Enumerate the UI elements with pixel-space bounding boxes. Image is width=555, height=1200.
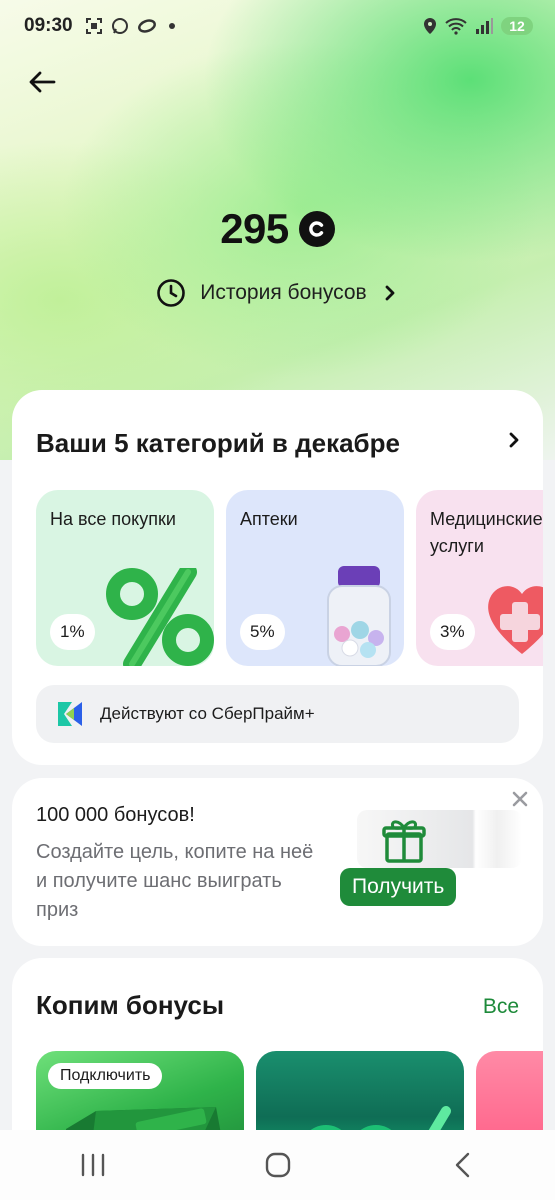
status-time: 09:30 <box>24 15 73 36</box>
categories-open-button[interactable] <box>505 430 523 455</box>
categories-title: Ваши 5 категорий в декабре <box>36 428 400 458</box>
home-button[interactable] <box>248 1140 308 1190</box>
offer-badge: Подключить <box>48 1063 163 1089</box>
system-navigation-bar <box>0 1130 555 1200</box>
clock-icon <box>157 279 186 307</box>
location-icon <box>424 18 436 34</box>
signal-icon <box>476 18 493 34</box>
gift-icon <box>382 820 426 863</box>
notification-icons <box>85 17 175 35</box>
bonus-history-link[interactable]: История бонусов <box>0 278 555 308</box>
promo-text: Создайте цель, копите на неё и получите … <box>36 841 314 921</box>
promo-card: 100 000 бонусов! Создайте цель, копите н… <box>12 778 543 946</box>
save-title: Копим бонусы <box>36 990 225 1020</box>
bonus-balance: 295 <box>0 205 555 253</box>
status-bar: 09:30 12 <box>0 0 555 52</box>
screenshot-icon <box>85 18 102 34</box>
percent-icon <box>106 568 214 666</box>
category-tiles: На все покупки 1% Аптеки 5% Медицинские … <box>36 490 543 666</box>
category-label: На все покупки <box>50 509 176 529</box>
system-icons: 12 <box>423 17 533 35</box>
promo-title: 100 000 бонусов! <box>36 804 195 826</box>
battery-indicator: 12 <box>501 17 533 35</box>
sberprime-logo-icon <box>58 702 82 726</box>
sberprime-banner[interactable]: Действуют со СберПрайм+ <box>36 685 519 743</box>
back-button[interactable] <box>24 64 60 100</box>
category-percent: 3% <box>430 614 475 650</box>
sber-coin-icon <box>298 211 335 247</box>
save-bonuses-card: Копим бонусы Все Подключить <box>12 958 543 1161</box>
category-percent: 5% <box>240 614 285 650</box>
balance-value: 295 <box>220 205 289 252</box>
category-tile-all-purchases[interactable]: На все покупки 1% <box>36 490 214 666</box>
ring-icon <box>137 19 156 33</box>
categories-card: Ваши 5 категорий в декабре На все покупк… <box>12 390 543 765</box>
recent-apps-icon <box>81 1153 104 1177</box>
wifi-icon <box>445 18 467 35</box>
more-notifications-dot <box>168 23 175 29</box>
category-percent: 1% <box>50 614 95 650</box>
see-all-link[interactable]: Все <box>483 995 519 1019</box>
get-button[interactable]: Получить <box>340 868 457 906</box>
chevron-right-icon <box>509 432 519 448</box>
arrow-left-icon <box>29 71 56 93</box>
whatsapp-icon <box>111 18 128 34</box>
category-tile-medical[interactable]: Медицинские услуги 3% <box>416 490 543 666</box>
sberprime-label: Действуют со СберПрайм+ <box>100 704 315 723</box>
recent-apps-button[interactable] <box>63 1140 123 1190</box>
heart-icon <box>488 586 543 654</box>
category-label: Медицинские услуги <box>430 509 543 556</box>
pill-bottle-icon <box>327 566 391 666</box>
home-icon <box>265 1152 290 1178</box>
back-nav-button[interactable] <box>433 1140 493 1190</box>
close-icon <box>512 791 528 807</box>
history-label: История бонусов <box>200 281 367 304</box>
category-label: Аптеки <box>240 509 298 529</box>
category-tile-pharmacies[interactable]: Аптеки 5% <box>226 490 404 666</box>
chevron-right-icon <box>385 285 395 301</box>
chevron-left-icon <box>455 1152 469 1178</box>
